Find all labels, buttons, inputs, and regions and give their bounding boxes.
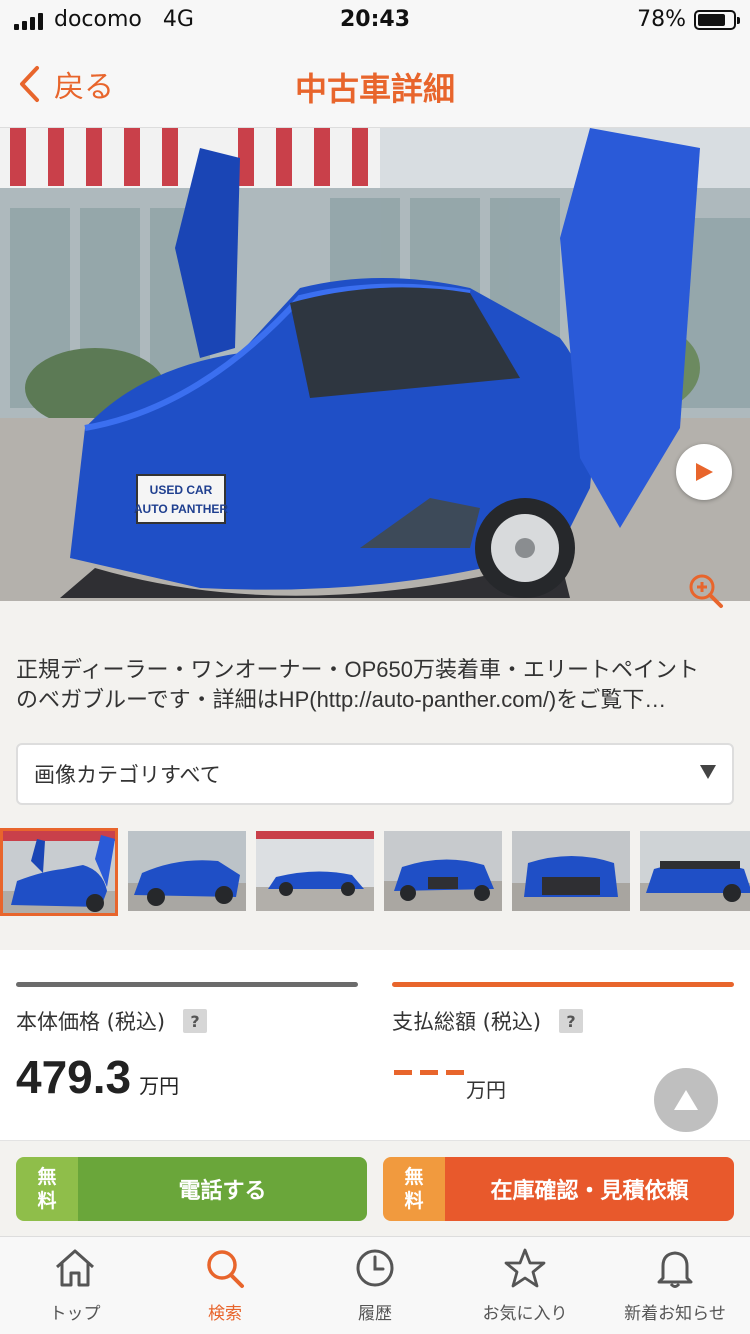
plate-text-1: USED CAR: [150, 483, 213, 497]
total-price-unit: 万円: [466, 1078, 506, 1102]
price-section: 本体価格 (税込) ? 479.3 万円 支払総額 (税込) ? 万円: [0, 950, 750, 1145]
car-photo-illustration: USED CAR AUTO PANTHER: [0, 128, 750, 601]
action-bar: 無料 電話する 無料 在庫確認・見積依頼: [0, 1140, 750, 1236]
tab-search[interactable]: 検索: [150, 1247, 300, 1324]
triangle-up-icon: [674, 1090, 698, 1110]
tab-label: 検索: [208, 1304, 242, 1324]
estimate-button-label: 在庫確認・見積依頼: [445, 1157, 734, 1221]
play-icon: [696, 463, 713, 481]
free-badge-text: 無料: [37, 1166, 57, 1212]
tab-bar: トップ 検索 履歴 お気に入り 新着お知らせ: [0, 1236, 750, 1334]
estimate-request-button[interactable]: 無料 在庫確認・見積依頼: [383, 1157, 734, 1221]
search-icon: [207, 1250, 244, 1288]
image-category-select[interactable]: 画像カテゴリすべて: [16, 743, 734, 805]
body-price-value: 479.3 万円: [16, 1050, 179, 1104]
caret-down-icon: [700, 765, 716, 779]
body-price-unit: 万円: [139, 1076, 180, 1098]
zoom-in-icon: [689, 574, 723, 608]
call-button[interactable]: 無料 電話する: [16, 1157, 367, 1221]
free-badge-text: 無料: [404, 1166, 424, 1212]
body-price-label-text: 本体価格 (税込): [16, 1010, 166, 1034]
body-price-number: 479.3: [16, 1051, 132, 1103]
total-price-label-text: 支払総額 (税込): [392, 1010, 542, 1034]
play-button[interactable]: [676, 444, 732, 500]
thumbnail-image: [128, 831, 246, 911]
tab-label: お気に入り: [482, 1304, 568, 1324]
tab-label: 新着お知らせ: [624, 1304, 726, 1324]
body-price-label: 本体価格 (税込) ?: [16, 1006, 208, 1036]
thumbnail-image: [384, 831, 502, 911]
tab-history[interactable]: 履歴: [300, 1247, 450, 1324]
battery-icon: [694, 10, 740, 30]
tab-label: 履歴: [358, 1304, 392, 1324]
home-icon: [56, 1249, 94, 1287]
thumbnail-image: [512, 831, 630, 911]
price-divider-gray: [16, 982, 358, 987]
car-description: 正規ディーラー・ワンオーナー・OP650万装着車・エリートペイント のベガブルー…: [16, 655, 731, 717]
status-bar: docomo 4G 20:43 78%: [0, 0, 750, 40]
total-price-placeholder: [394, 1070, 464, 1075]
thumbnail-4[interactable]: [384, 831, 502, 911]
page-title: 中古車詳細: [294, 70, 455, 108]
thumbnail-3[interactable]: [256, 831, 374, 911]
thumbnail-2[interactable]: [128, 831, 246, 911]
car-main-photo[interactable]: USED CAR AUTO PANTHER: [0, 128, 750, 601]
tab-label: トップ: [49, 1304, 101, 1324]
help-icon[interactable]: ?: [183, 1009, 208, 1033]
plate-text-2: AUTO PANTHER: [134, 502, 229, 516]
free-badge: 無料: [383, 1157, 445, 1221]
description-line-1: 正規ディーラー・ワンオーナー・OP650万装着車・エリートペイント: [16, 657, 699, 682]
tab-favorites[interactable]: お気に入り: [450, 1247, 600, 1324]
tab-news[interactable]: 新着お知らせ: [600, 1247, 750, 1324]
thumbnail-6[interactable]: [640, 831, 750, 911]
clock-icon: [356, 1249, 394, 1287]
bell-icon: [657, 1251, 693, 1288]
thumbnail-5[interactable]: [512, 831, 630, 911]
help-icon[interactable]: ?: [559, 1009, 584, 1033]
thumbnail-1[interactable]: [0, 828, 118, 916]
thumbnail-image: [3, 831, 115, 913]
battery-percent: 78%: [637, 7, 686, 32]
thumbnail-strip[interactable]: [0, 828, 750, 918]
call-button-label: 電話する: [78, 1157, 367, 1221]
price-divider-orange: [392, 982, 734, 987]
image-category-value: 画像カテゴリすべて: [34, 763, 221, 787]
star-icon: [504, 1248, 546, 1288]
total-price-label: 支払総額 (税込) ?: [392, 1006, 584, 1036]
scroll-to-top-button[interactable]: [654, 1068, 718, 1132]
zoom-button[interactable]: [688, 573, 724, 613]
nav-bar: 戻る 中古車詳細: [0, 40, 750, 128]
tab-top[interactable]: トップ: [0, 1247, 150, 1324]
free-badge: 無料: [16, 1157, 78, 1221]
thumbnail-image: [640, 831, 750, 911]
description-line-2: のベガブルーです・詳細はHP(http://auto-panther.com/)…: [16, 687, 667, 712]
thumbnail-image: [256, 831, 374, 911]
